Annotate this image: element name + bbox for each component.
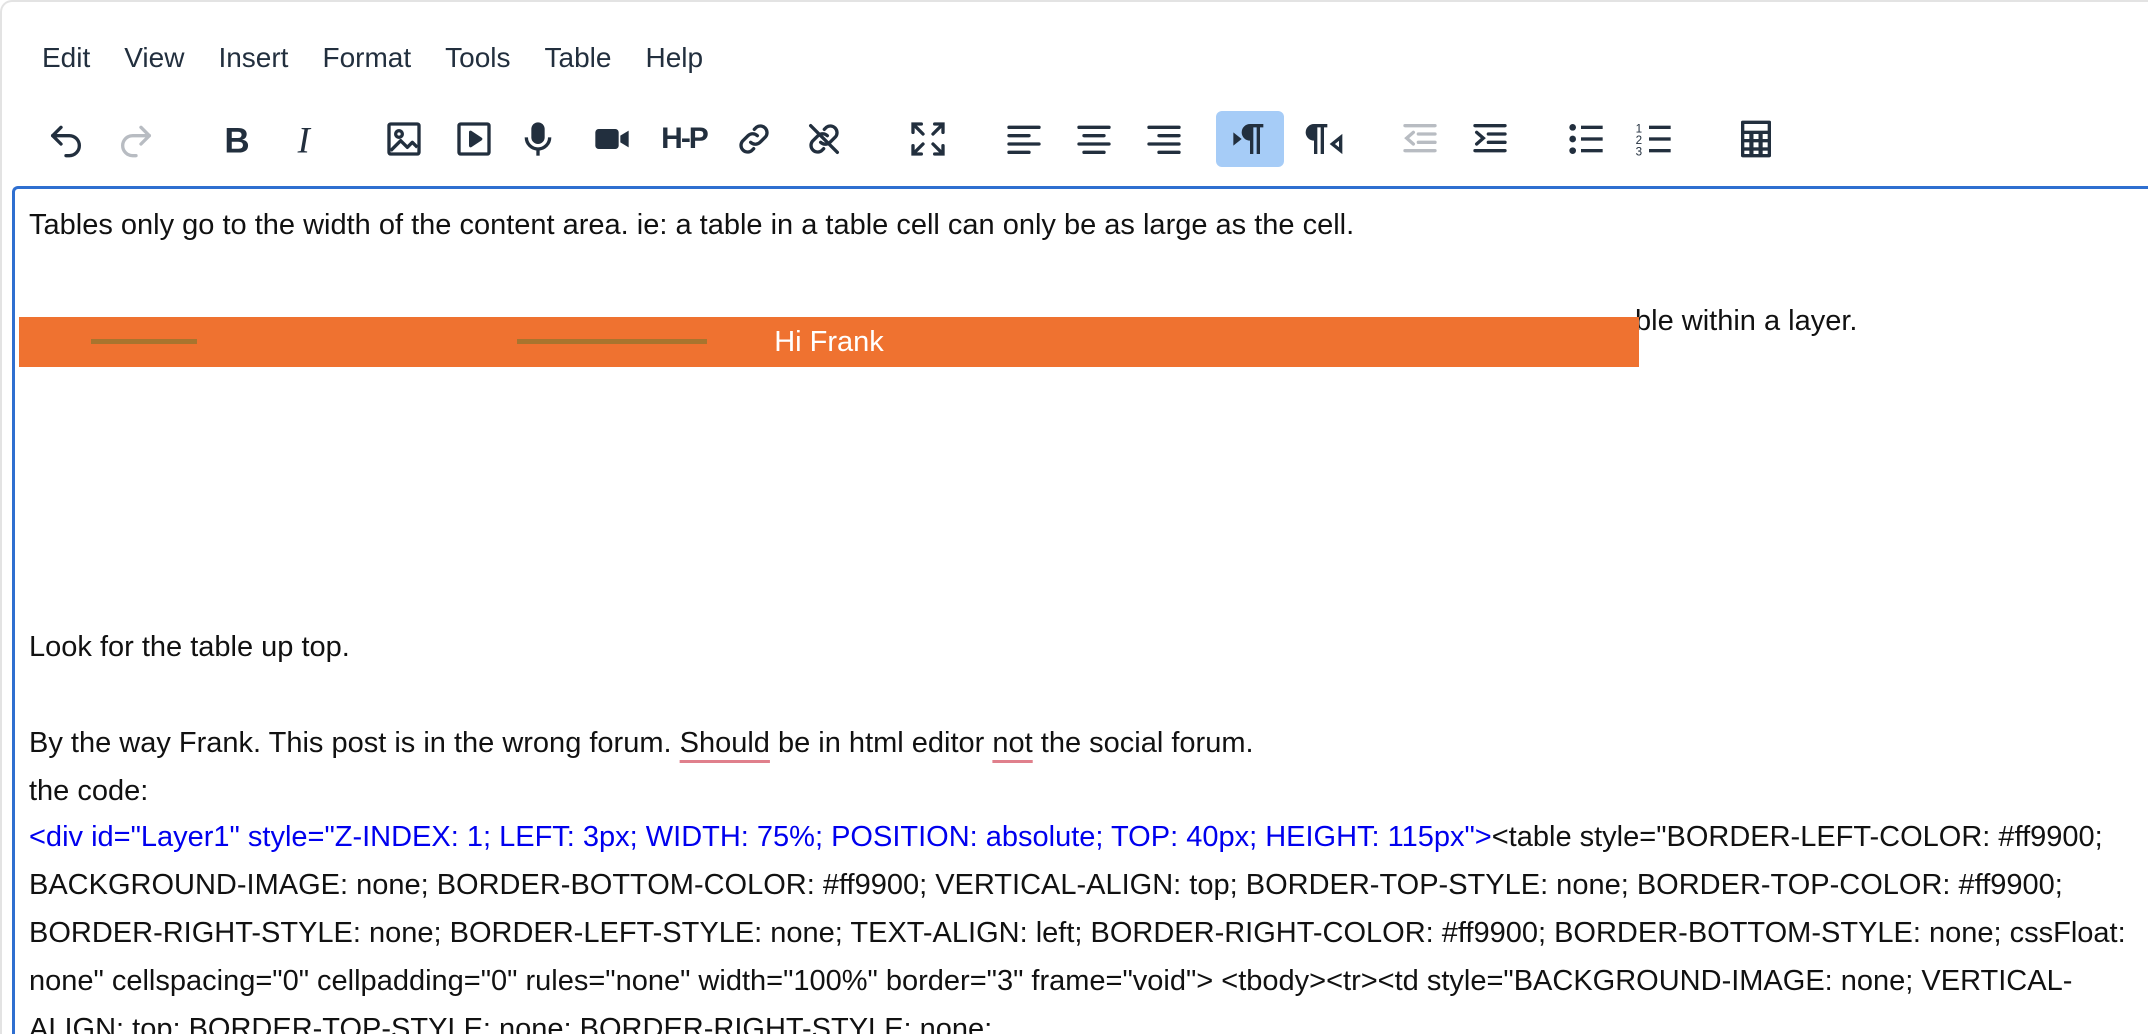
- bullet-list-button[interactable]: [1558, 111, 1614, 167]
- insert-media-button[interactable]: [446, 111, 502, 167]
- absolute-layer: Hi Frank: [19, 317, 1639, 367]
- paragraph-layer-hidden: ble within a layer.: [1635, 305, 1858, 337]
- menu-tools[interactable]: Tools: [435, 34, 520, 82]
- italic-button[interactable]: I: [278, 111, 334, 167]
- menubar: Edit View Insert Format Tools Table Help: [32, 34, 727, 82]
- redo-icon: [121, 125, 151, 158]
- image-icon: [387, 122, 421, 156]
- align-right-button[interactable]: [1136, 111, 1192, 167]
- paragraph-the-code: the code:: [29, 775, 149, 807]
- redo-button[interactable]: [108, 111, 164, 167]
- fullscreen-icon: [911, 122, 945, 156]
- code-div-tag: <div id="Layer1" style="Z-INDEX: 1; LEFT…: [29, 821, 1492, 853]
- bold-icon: B: [224, 121, 249, 159]
- h5p-button[interactable]: H-P: [656, 111, 712, 167]
- indent-icon: [1473, 124, 1507, 153]
- align-left-button[interactable]: [996, 111, 1052, 167]
- spellcheck-word: Should: [679, 727, 770, 759]
- undo-button[interactable]: [38, 111, 94, 167]
- svg-text:B: B: [224, 121, 249, 159]
- numbered-list-button[interactable]: 123: [1626, 111, 1682, 167]
- indent-button[interactable]: [1462, 111, 1518, 167]
- link-icon: [739, 124, 769, 154]
- menu-view[interactable]: View: [114, 34, 194, 82]
- italic-icon: I: [297, 119, 312, 159]
- unlink-icon: [809, 124, 839, 154]
- text-segment: the social forum.: [1032, 727, 1254, 759]
- paragraph-look: Look for the table up top.: [29, 631, 350, 663]
- align-center-icon: [1077, 125, 1111, 154]
- media-icon: [457, 122, 491, 156]
- outdent-button[interactable]: [1392, 111, 1448, 167]
- paragraph-wrong-forum: By the way Frank. This post is in the wr…: [29, 727, 1254, 760]
- bullet-list-icon: [1569, 124, 1603, 154]
- spellcheck-word: not: [992, 727, 1033, 759]
- unlink-button[interactable]: [796, 111, 852, 167]
- video-camera-icon: [595, 129, 629, 149]
- rtl-icon: [1305, 124, 1343, 155]
- record-video-button[interactable]: [584, 111, 640, 167]
- text-segment: be in html editor: [769, 727, 993, 759]
- menu-help[interactable]: Help: [635, 34, 713, 82]
- rich-text-editor: Edit View Insert Format Tools Table Help…: [0, 0, 2148, 1034]
- text-segment: By the way Frank. This post is in the wr…: [29, 727, 680, 759]
- numbered-list-icon: 123: [1636, 122, 1671, 159]
- editor-content-area[interactable]: Tables only go to the width of the conte…: [12, 186, 2148, 1034]
- paragraph-tables: Tables only go to the width of the conte…: [29, 209, 1355, 241]
- left-to-right-button[interactable]: [1216, 111, 1284, 167]
- svg-text:3: 3: [1636, 146, 1642, 159]
- layer-text: Hi Frank: [774, 326, 884, 358]
- menu-format[interactable]: Format: [312, 34, 421, 82]
- insert-image-button[interactable]: [376, 111, 432, 167]
- menu-edit[interactable]: Edit: [32, 34, 100, 82]
- ltr-icon: [1233, 124, 1264, 154]
- code-block: <div id="Layer1" style="Z-INDEX: 1; LEFT…: [29, 813, 2148, 1034]
- menu-table[interactable]: Table: [535, 34, 622, 82]
- h5p-icon: H-P: [661, 122, 709, 155]
- outdent-icon: [1403, 124, 1437, 153]
- microphone-icon: [524, 122, 552, 156]
- insert-link-button[interactable]: [726, 111, 782, 167]
- calculator-icon: [1741, 120, 1771, 158]
- align-center-button[interactable]: [1066, 111, 1122, 167]
- record-audio-button[interactable]: [510, 111, 566, 167]
- menu-insert[interactable]: Insert: [208, 34, 298, 82]
- right-to-left-button[interactable]: [1296, 111, 1352, 167]
- align-right-icon: [1147, 125, 1181, 154]
- undo-icon: [51, 125, 81, 158]
- svg-text:I: I: [297, 119, 312, 159]
- bold-button[interactable]: B: [208, 111, 264, 167]
- align-left-icon: [1007, 125, 1041, 154]
- toolbar: B I H-P 1 2 3: [38, 108, 2148, 170]
- fullscreen-button[interactable]: [900, 111, 956, 167]
- calculator-button[interactable]: [1728, 111, 1784, 167]
